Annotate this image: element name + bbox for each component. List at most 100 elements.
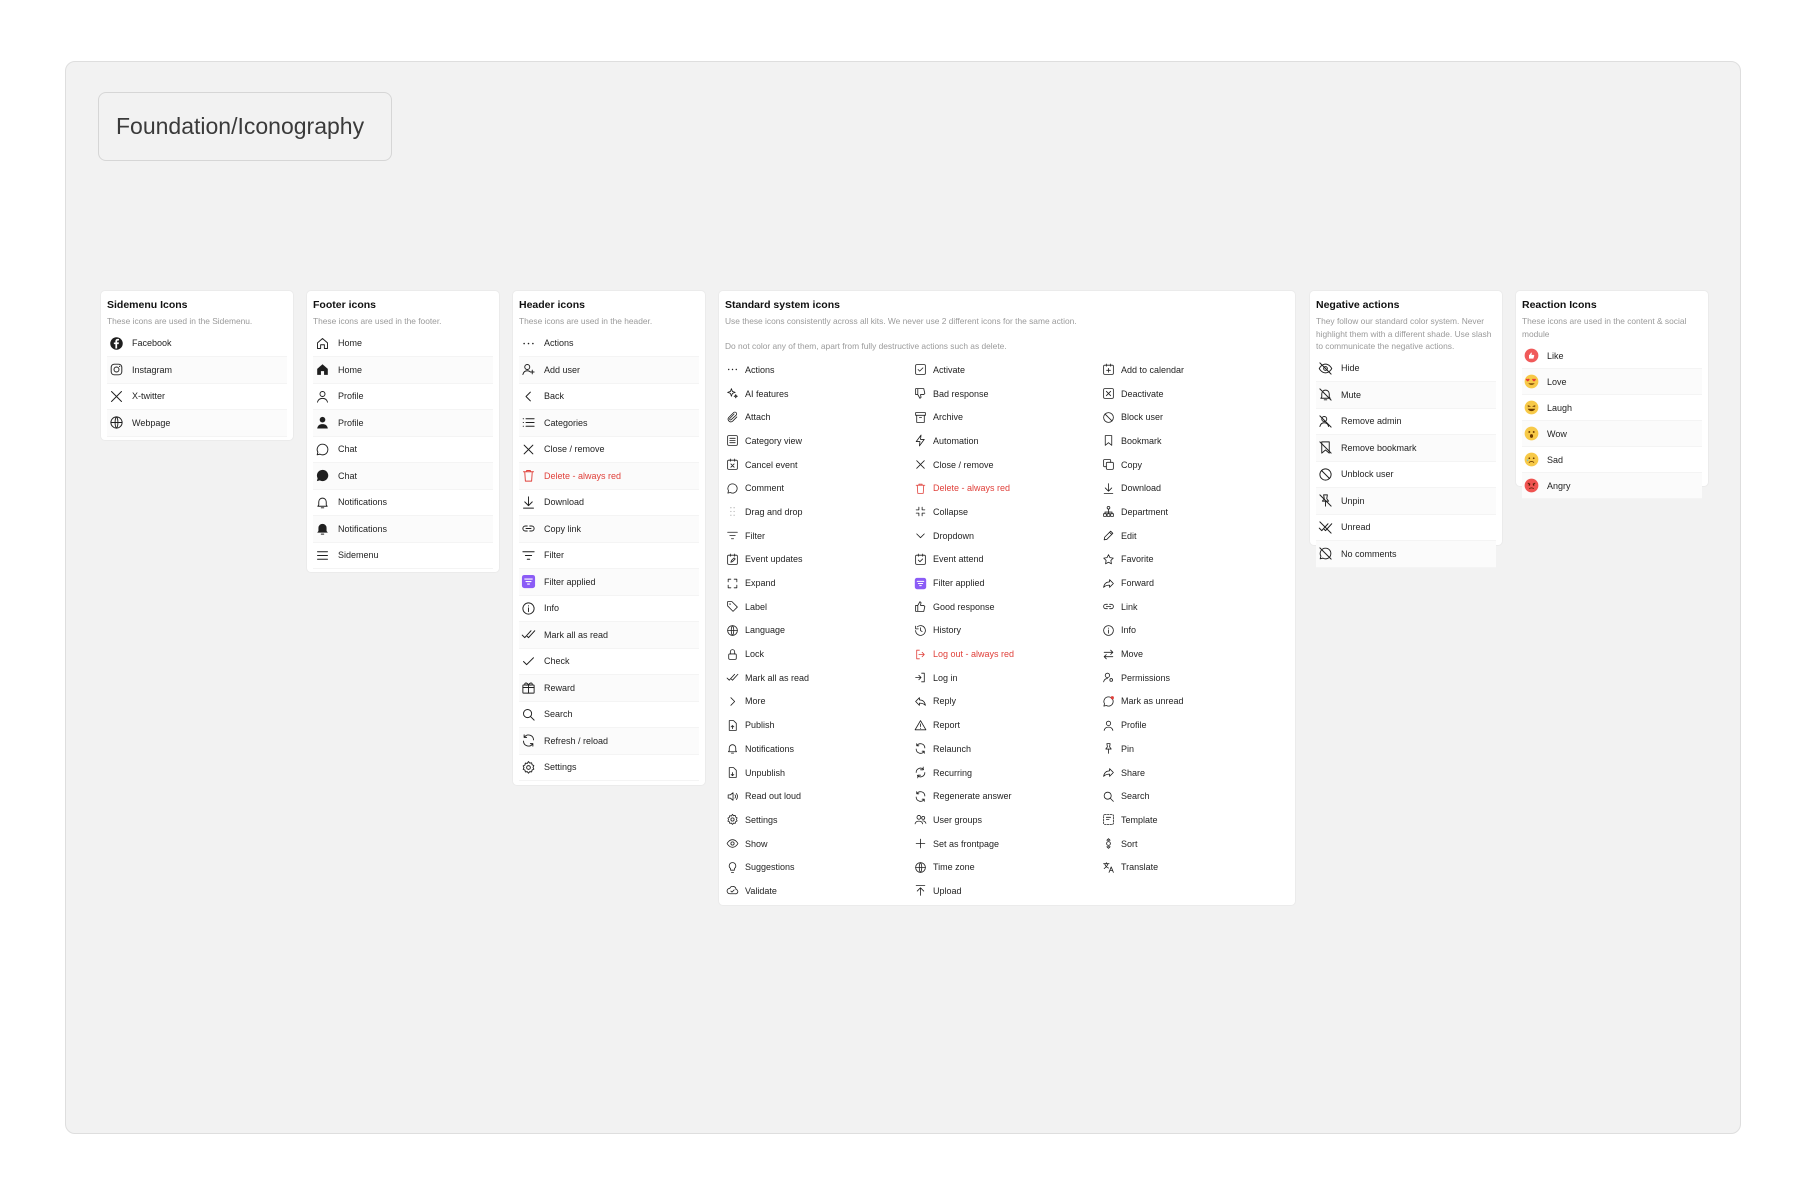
icon-row-user-groups: User groups [913,808,1101,832]
icon-label: Info [544,603,560,614]
icon-label: Profile [338,391,364,402]
icon-column: Activate Bad response Archive Automation Clo… [913,358,1101,903]
card-description-2: Do not color any of them, apart from ful… [725,340,1007,351]
icon-row-unpin: Unpin [1316,488,1496,515]
home-icon [314,335,330,351]
x-icon [108,388,124,404]
reaction-label: Laugh [1547,402,1573,413]
icon-row-add-to-calendar: Add to calendar [1101,358,1289,382]
icon-column: Actions AI features Attach Category view Can… [725,358,913,903]
icon-label: Log in [933,672,958,683]
icon-row-reward: Reward [519,675,699,702]
warning-icon [913,718,927,732]
chevron-right-icon [725,694,739,708]
icon-label: Close / remove [544,444,605,455]
icon-column: Add to calendar Deactivate Block user Bookm… [1101,358,1289,903]
eye-icon [725,837,739,851]
icon-label: Hide [1341,363,1360,374]
bulb-icon [725,860,739,874]
icon-row-link: Link [1101,595,1289,619]
globe-icon [725,623,739,637]
icon-row-collapse: Collapse [913,500,1101,524]
icon-row-copy-link: Copy link [519,516,699,543]
archive-icon [913,410,927,424]
speaker-icon [725,789,739,803]
icon-label: Mark all as read [544,629,609,640]
icon-row-settings: Settings [725,808,913,832]
icon-label: Add to calendar [1121,364,1185,375]
forward-icon [1101,576,1115,590]
icon-row-home: Home [313,330,493,357]
sort-icon [1101,837,1115,851]
love-reaction-icon [1523,374,1539,390]
icon-row-x-twitter: X-twitter [107,383,287,410]
icon-row-permissions: Permissions [1101,666,1289,690]
icon-label: History [933,625,962,636]
icon-label: Comment [745,483,785,494]
icon-label: Language [745,625,786,636]
icon-row-remove-admin: Remove admin [1316,408,1496,435]
icon-row-instagram: Instagram [107,357,287,384]
icon-label: Reply [933,696,957,707]
sidemenu-icons-card: Sidemenu Icons These icons are used in t… [101,291,293,440]
reaction-row-laugh: Laugh [1522,395,1702,421]
plus-icon [913,837,927,851]
icon-row-cancel-event: Cancel event [725,453,913,477]
icon-row-bad-response: Bad response [913,382,1101,406]
cloud-check-icon [725,884,739,898]
icon-label: Download [1121,483,1162,494]
icon-row-filter-applied: Filter applied [519,569,699,596]
icon-row-label: Label [725,595,913,619]
icon-label: Relaunch [933,743,972,754]
icon-label: Unread [1341,522,1371,533]
gear-icon [725,813,739,827]
logout-icon [913,647,927,661]
icon-row-relaunch: Relaunch [913,737,1101,761]
icon-label: Copy [1121,459,1143,470]
icon-row-time-zone: Time zone [913,855,1101,879]
icon-row-mark-all-as-read: Mark all as read [519,622,699,649]
wow-reaction-icon [1523,426,1539,442]
pin-off-icon [1317,493,1333,509]
icon-row-categories: Categories [519,410,699,437]
icon-label: Profile [338,417,364,428]
icon-row-filter: Filter [725,524,913,548]
icon-label: Unpublish [745,767,786,778]
pencil-icon [1101,529,1115,543]
icon-label: Filter applied [933,578,985,589]
icon-row-notifications: Notifications [313,516,493,543]
icon-row-hide: Hide [1316,355,1496,382]
icon-label: Set as frontpage [933,838,1000,849]
facebook-icon [108,335,124,351]
doc-up-icon [725,718,739,732]
icon-label: Delete - always red [933,483,1011,494]
icon-label: Drag and drop [745,506,803,517]
icon-row-pin: Pin [1101,737,1289,761]
icon-row-remove-bookmark: Remove bookmark [1316,435,1496,462]
icon-row-expand: Expand [725,571,913,595]
card-title: Sidemenu Icons [107,299,188,311]
lock-icon [725,647,739,661]
icon-label: Home [338,338,363,349]
chat-dot-icon [1101,694,1115,708]
icon-row-back: Back [519,383,699,410]
bookmark-off-icon [1317,440,1333,456]
pin-icon [1101,742,1115,756]
icon-label: X-twitter [132,391,166,402]
icon-label: Collapse [933,506,969,517]
bell-off-icon [1317,387,1333,403]
icon-row-mark-all-as-read: Mark all as read [725,666,913,690]
icon-label: Permissions [1121,672,1171,683]
icon-row-validate: Validate [725,879,913,903]
icon-label: Report [933,720,961,731]
reaction-row-sad: Sad [1522,447,1702,473]
calendar-plus-icon [1101,363,1115,377]
icon-label: Read out loud [745,791,802,802]
info-icon [520,600,536,616]
reaction-label: Love [1547,376,1567,387]
x-close-icon [520,441,536,457]
icon-row-unblock-user: Unblock user [1316,461,1496,488]
icon-label: Webpage [132,417,171,428]
card-title: Footer icons [313,299,377,311]
info-icon [1101,623,1115,637]
